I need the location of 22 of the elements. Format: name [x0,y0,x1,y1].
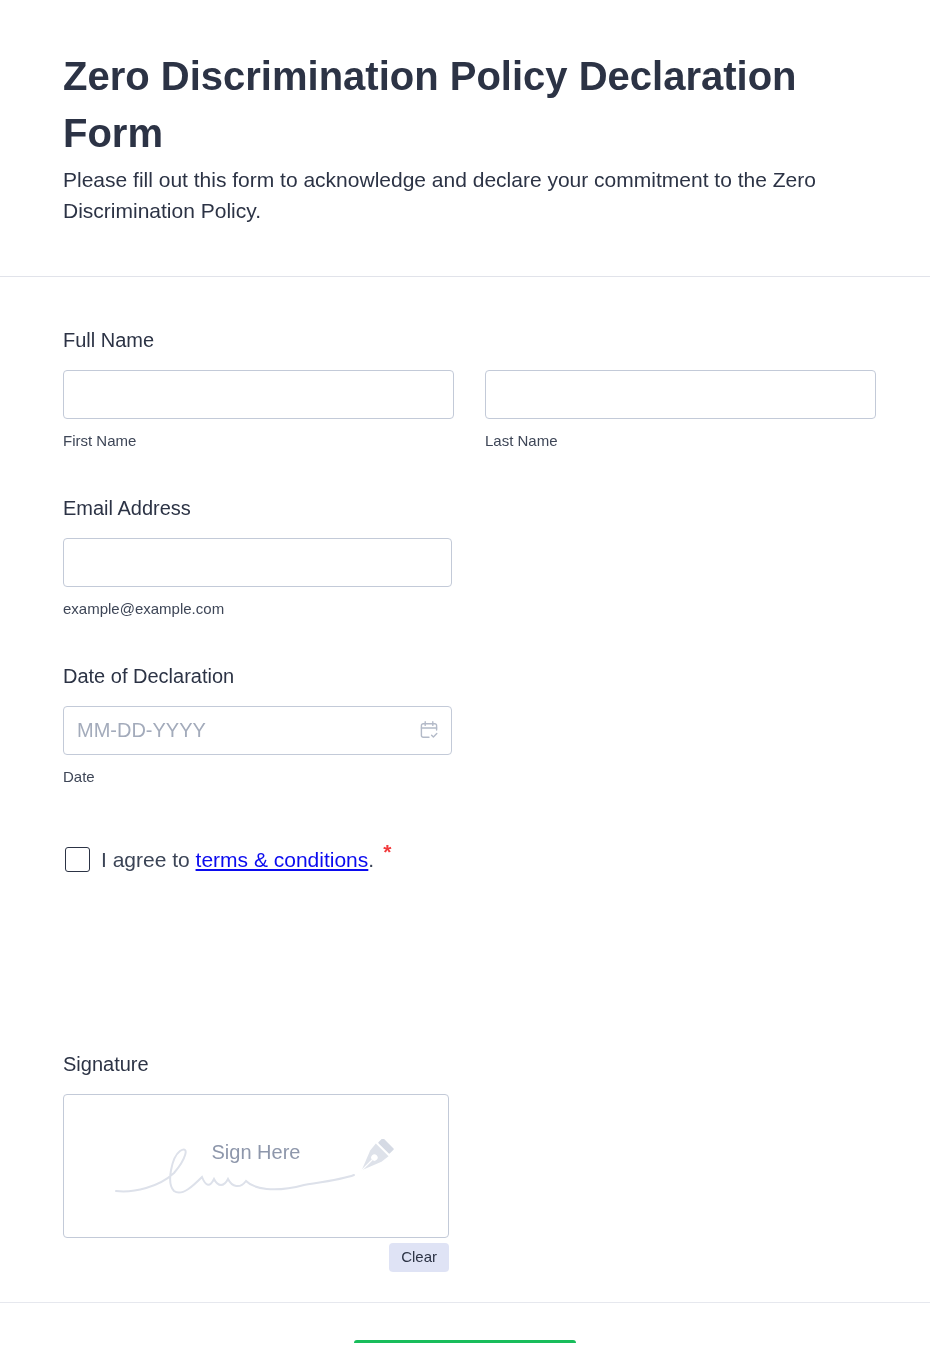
calendar-icon[interactable] [420,721,438,739]
field-sublabel: First Name [63,431,137,451]
submit-button-edge[interactable] [354,1340,576,1343]
field-sublabel: Date [63,767,95,787]
text-input[interactable] [485,370,876,419]
field-sublabel: example@example.com [63,599,225,619]
terms-link[interactable]: terms & conditions [195,848,369,871]
field-label: Email Address [63,496,191,521]
field-label: Date of Declaration [63,664,235,689]
signature-placeholder: Sign Here [211,1140,301,1165]
field-label: Full Name [63,328,155,353]
date-input[interactable]: MM-DD-YYYY [63,706,452,755]
checkbox[interactable] [65,847,90,872]
text-input[interactable] [63,370,454,419]
clear-button[interactable]: Clear [389,1243,449,1272]
agreement-text: I agree to terms & conditions. [101,847,375,872]
field-sublabel: Last Name [485,431,558,451]
email-input[interactable] [63,538,452,587]
form-title: Zero Discrimination Policy Declaration Form [63,53,798,157]
field-label: Signature [63,1052,149,1077]
required-asterisk: * [383,839,392,864]
form-description: Please fill out this form to acknowledge and declare your commitment to the Zero Discrimination Policy. [63,167,817,224]
